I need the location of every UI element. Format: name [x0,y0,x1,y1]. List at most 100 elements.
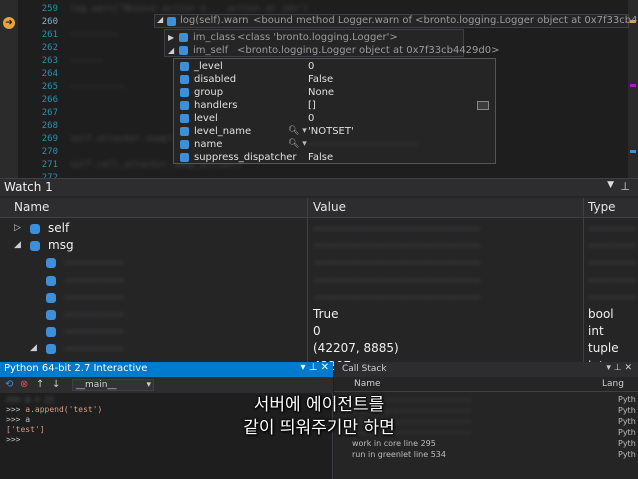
datatip-field-row[interactable]: level 0 [174,112,495,125]
datatip-field-row[interactable]: suppress_dispatcher False [174,151,495,164]
subtitle-line-1: 서버에 에이전트를 [253,395,385,415]
pin-icon[interactable]: ⊥ [620,180,630,193]
frame-language: Pyth [618,450,636,459]
field-name: suppress_dispatcher [194,152,297,163]
watch-title-bar[interactable]: Watch 1 ▼ ⊥ [0,179,638,196]
datatip-row[interactable]: ▶ im_class <class 'bronto.logging.Logger… [165,31,465,44]
object-icon [46,275,56,286]
line-number: 271 [41,160,58,170]
watch-row[interactable]: ◢ msg —————————————— ———— [0,237,638,254]
code-line-266-blurred: —————————— [70,82,125,92]
visualizer-icon[interactable] [477,101,489,110]
datatip-value: <bound method Logger.warn of <bronto.log… [253,15,638,26]
column-header-value[interactable]: Value [313,200,346,214]
reset-icon[interactable]: ⟲ [5,379,13,390]
code-editor[interactable]: ➜ 259 260 261 262 263 264 265 266 267 268 269 270 27… [0,0,638,178]
watch-row[interactable]: ————— 0 int [0,323,638,340]
watch-row[interactable]: ————— —————————————— ———— [0,254,638,271]
child-name: im_class [193,32,236,43]
scope-select[interactable]: __main__ ▾ [72,379,154,391]
datatip-field-row[interactable]: name 🔍︎ ▾ ——————————— [174,138,495,151]
datatip-field-row[interactable]: _level 0 [174,60,495,73]
history-up-icon[interactable]: ↑ [36,379,44,390]
call-stack-row[interactable]: run in greenlet line 534 Pyth [352,450,638,461]
line-number: 270 [41,147,58,157]
magnifier-icon[interactable]: 🔍︎ ▾ [288,138,307,151]
column-header-name[interactable]: Name [14,200,49,214]
watch-title: Watch 1 [4,180,53,194]
datatip-field-row[interactable]: disabled False [174,73,495,86]
blurred-type: ———— [588,238,636,253]
expand-triangle-icon[interactable]: ▶ [168,31,174,44]
collapse-triangle-icon[interactable]: ◢ [157,15,163,24]
column-header-language[interactable]: Lang [602,379,624,389]
field-name: level [194,113,218,124]
magnifier-icon[interactable]: 🔍︎ ▾ [288,125,307,138]
blurred-value: —————————————— [313,238,481,253]
field-icon [180,140,189,149]
datatip-fields[interactable]: _level 0 disabled False group None handlers[] l… [173,58,496,164]
editor-scrollbar[interactable] [628,0,638,178]
code-line-261-blurred: ————————— [70,30,119,40]
pin-icon[interactable]: ▾ ⊥ ✕ [301,362,329,373]
call-stack-header: Name Lang [334,378,638,392]
line-number: 263 [41,56,58,66]
scroll-marker [630,84,636,87]
column-header-name[interactable]: Name [354,379,381,389]
watch-row[interactable]: ————— —————————————— ———— [0,289,638,306]
collapse-triangle-icon[interactable]: ◢ [168,44,174,57]
child-name: im_self [193,45,229,56]
watch-name: msg [48,238,74,253]
watch-type: tuple [588,341,619,356]
interactive-title-bar[interactable]: Python 64-bit 2.7 Interactive ▾ ⊥ ✕ [0,362,333,377]
column-header-type[interactable]: Type [588,200,616,214]
datatip-row[interactable]: ◢ im_self <bronto.logging.Logger object … [165,44,500,57]
watch-name: self [48,221,70,235]
watch-row[interactable]: ————— —————————————— ———— [0,272,638,289]
call-stack-row[interactable]: work in core line 295 Pyth [352,439,638,450]
blurred-name: ————— [64,255,124,270]
watch-value: (42207, 8885) [313,341,399,356]
datatip-field-row[interactable]: handlers [] [174,99,495,112]
watch-window[interactable]: Watch 1 ▼ ⊥ Name Value Type ▷ self ———————… [0,178,638,373]
method-icon [167,17,176,26]
collapse-triangle-icon[interactable]: ◢ [30,340,37,357]
line-number: 262 [41,43,58,53]
interrupt-icon[interactable]: ⊗ [20,379,28,390]
line-number: 259 [41,4,58,14]
expand-triangle-icon[interactable]: ▷ [14,220,21,237]
datatip-children[interactable]: ▶ im_class <class 'bronto.logging.Logger… [164,29,500,57]
watch-type: bool [588,307,614,321]
watch-row[interactable]: ◢ ————— (42207, 8885) tuple [0,340,638,357]
pin-icon[interactable]: ▾ ⊥ ✕ [606,363,632,373]
collapse-triangle-icon[interactable]: ◢ [14,237,21,254]
line-number: 267 [41,108,58,118]
watch-row[interactable]: ————— True bool [0,306,638,323]
field-name: name [194,139,223,150]
child-value: <bronto.logging.Logger object at 0x7f33c… [237,45,500,56]
editor-margin[interactable]: ➜ [0,0,18,178]
field-value: None [308,87,335,98]
datatip-field-row[interactable]: group None [174,86,495,99]
line-number: 261 [41,30,58,40]
blurred-type: ———— [588,221,636,235]
video-subtitle: 서버에 에이전트를 같이 띄워주기만 하면 [0,394,638,440]
datatip-header[interactable]: ◢ log(self).warn <bound method Logger.wa… [154,14,638,28]
blurred-name: ————— [64,341,124,356]
watch-value: True [313,307,339,321]
field-name: level_name [194,126,252,137]
field-value: False [308,152,334,163]
scope-value: __main__ [76,380,117,390]
field-icon [180,127,189,136]
watch-row[interactable]: ▷ self —————————————— ———— [0,220,638,237]
blurred-value: ——————————— [308,139,418,150]
field-name: group [194,87,224,98]
datatip-field-row[interactable]: level_name 🔍︎ ▾ 'NOTSET' [174,125,495,138]
blurred-value: —————————————— [313,255,481,270]
object-icon [46,344,56,355]
object-icon [46,310,56,320]
field-value: 0 [308,61,315,72]
call-stack-title-bar[interactable]: Call Stack ▾ ⊥ ✕ [334,362,638,377]
dropdown-arrow-icon[interactable]: ▼ [607,180,614,190]
history-down-icon[interactable]: ↓ [52,379,60,390]
